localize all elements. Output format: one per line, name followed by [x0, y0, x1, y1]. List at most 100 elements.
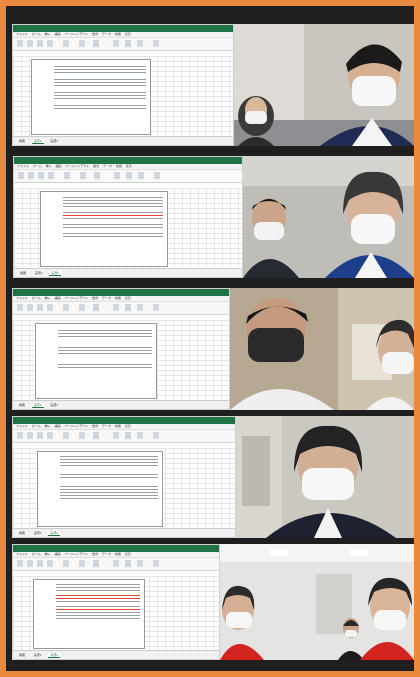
insert-icon[interactable] — [113, 304, 119, 311]
spreadsheet-grid[interactable] — [14, 188, 242, 269]
sort-icon[interactable] — [138, 172, 144, 179]
sort-icon[interactable] — [137, 432, 143, 439]
sheet-tab-active[interactable]: 実習1 — [31, 139, 44, 144]
ribbon-tab[interactable]: 数式 — [92, 424, 98, 428]
ribbon-tab[interactable]: データ — [102, 424, 111, 428]
ribbon-toolbar[interactable] — [14, 170, 242, 183]
ribbon-tab[interactable]: 表示 — [125, 552, 131, 556]
sheet-tab-active[interactable]: 実習2 — [48, 531, 61, 536]
sheet-tab-active[interactable]: 実習2 — [49, 271, 62, 276]
ribbon-tab[interactable]: 数式 — [92, 32, 98, 36]
insert-icon[interactable] — [113, 432, 119, 439]
cell-style-icon[interactable] — [93, 432, 99, 439]
sort-icon[interactable] — [137, 40, 143, 47]
sheet-tab[interactable]: 講義 — [17, 653, 27, 657]
ribbon-tab[interactable]: 描画 — [54, 424, 60, 428]
ribbon-tab[interactable]: 挿入 — [46, 164, 52, 168]
ribbon-tab[interactable]: 描画 — [54, 296, 60, 300]
ribbon-tab[interactable]: ファイル — [16, 424, 28, 428]
ribbon-tab[interactable]: データ — [102, 296, 111, 300]
bold-icon[interactable] — [37, 304, 43, 311]
font-icon[interactable] — [27, 560, 33, 567]
paste-icon[interactable] — [17, 432, 23, 439]
excel-window[interactable]: ファイル ホーム 挿入 描画 ページレイアウト 数式 データ 校閲 表示 講義 … — [12, 24, 234, 146]
sheet-tabs[interactable]: 講義 実習1 実習2 — [13, 528, 235, 537]
cell-style-icon[interactable] — [93, 304, 99, 311]
ribbon-tab[interactable]: ページレイアウト — [64, 296, 88, 300]
spreadsheet-grid[interactable] — [13, 448, 235, 529]
paste-icon[interactable] — [17, 560, 23, 567]
sort-icon[interactable] — [137, 304, 143, 311]
conditional-format-icon[interactable] — [79, 560, 85, 567]
sheet-tab[interactable]: 実習1 — [32, 653, 44, 657]
find-icon[interactable] — [153, 304, 159, 311]
ribbon-toolbar[interactable] — [13, 430, 235, 443]
sum-icon[interactable] — [125, 40, 131, 47]
ribbon-tab[interactable]: データ — [102, 552, 111, 556]
ribbon-tab[interactable]: 挿入 — [45, 32, 51, 36]
spreadsheet-grid[interactable] — [13, 576, 219, 651]
ribbon-tab[interactable]: 校閲 — [115, 552, 121, 556]
ribbon-tab[interactable]: ファイル — [16, 32, 28, 36]
number-format-icon[interactable] — [63, 432, 69, 439]
cell-style-icon[interactable] — [93, 560, 99, 567]
ribbon-tab[interactable]: 表示 — [125, 296, 131, 300]
excel-window[interactable]: ファイル ホーム 挿入 描画 ページレイアウト 数式 データ 校閲 表示 講義 … — [13, 156, 243, 278]
ribbon-toolbar[interactable] — [13, 558, 219, 571]
sum-icon[interactable] — [125, 304, 131, 311]
ribbon-tab[interactable]: 挿入 — [45, 552, 51, 556]
bold-icon[interactable] — [38, 172, 44, 179]
ribbon-tab[interactable]: ホーム — [32, 552, 41, 556]
sheet-tab[interactable]: 実習2 — [48, 139, 60, 143]
find-icon[interactable] — [153, 560, 159, 567]
bold-icon[interactable] — [37, 40, 43, 47]
number-format-icon[interactable] — [64, 172, 70, 179]
ribbon-tab[interactable]: ホーム — [32, 32, 41, 36]
align-icon[interactable] — [47, 432, 53, 439]
sheet-tabs[interactable]: 講義 実習1 実習2 — [13, 400, 229, 409]
spreadsheet-grid[interactable] — [13, 320, 229, 401]
ribbon-tab[interactable]: 挿入 — [45, 424, 51, 428]
ribbon-tab[interactable]: 挿入 — [45, 296, 51, 300]
ribbon-tab[interactable]: データ — [102, 32, 111, 36]
ribbon-tab[interactable]: ファイル — [17, 164, 29, 168]
sheet-tab[interactable]: 講義 — [18, 271, 28, 275]
find-icon[interactable] — [154, 172, 160, 179]
ribbon-tab[interactable]: 表示 — [125, 424, 131, 428]
bold-icon[interactable] — [37, 560, 43, 567]
ribbon-tab[interactable]: データ — [103, 164, 112, 168]
sheet-tab[interactable]: 実習1 — [32, 531, 44, 535]
excel-window[interactable]: ファイル ホーム 挿入 描画 ページレイアウト 数式 データ 校閲 表示 講義 … — [12, 544, 220, 660]
ribbon-tab[interactable]: 表示 — [125, 32, 131, 36]
sheet-tab[interactable]: 実習2 — [48, 403, 60, 407]
paste-icon[interactable] — [17, 304, 23, 311]
cell-style-icon[interactable] — [94, 172, 100, 179]
conditional-format-icon[interactable] — [79, 432, 85, 439]
sheet-tab-active[interactable]: 実習1 — [31, 403, 44, 408]
align-icon[interactable] — [47, 304, 53, 311]
sheet-tab[interactable]: 講義 — [17, 403, 27, 407]
number-format-icon[interactable] — [63, 560, 69, 567]
bold-icon[interactable] — [37, 432, 43, 439]
font-icon[interactable] — [28, 172, 34, 179]
sheet-tab[interactable]: 実習1 — [33, 271, 45, 275]
font-icon[interactable] — [27, 40, 33, 47]
font-icon[interactable] — [27, 304, 33, 311]
sheet-tabs[interactable]: 講義 実習1 実習2 — [13, 650, 219, 659]
ribbon-tab[interactable]: 数式 — [92, 296, 98, 300]
ribbon-tab[interactable]: 校閲 — [116, 164, 122, 168]
sheet-tab-active[interactable]: 実習2 — [48, 653, 61, 658]
insert-icon[interactable] — [113, 560, 119, 567]
sum-icon[interactable] — [125, 432, 131, 439]
excel-window[interactable]: ファイル ホーム 挿入 描画 ページレイアウト 数式 データ 校閲 表示 講義 … — [12, 288, 230, 410]
spreadsheet-grid[interactable] — [13, 56, 233, 137]
ribbon-tab[interactable]: 校閲 — [115, 296, 121, 300]
align-icon[interactable] — [48, 172, 54, 179]
sheet-tab[interactable]: 講義 — [17, 531, 27, 535]
conditional-format-icon[interactable] — [80, 172, 86, 179]
ribbon-tab[interactable]: ページレイアウト — [65, 164, 89, 168]
paste-icon[interactable] — [18, 172, 24, 179]
font-icon[interactable] — [27, 432, 33, 439]
ribbon-tab[interactable]: 描画 — [54, 552, 60, 556]
insert-icon[interactable] — [113, 40, 119, 47]
